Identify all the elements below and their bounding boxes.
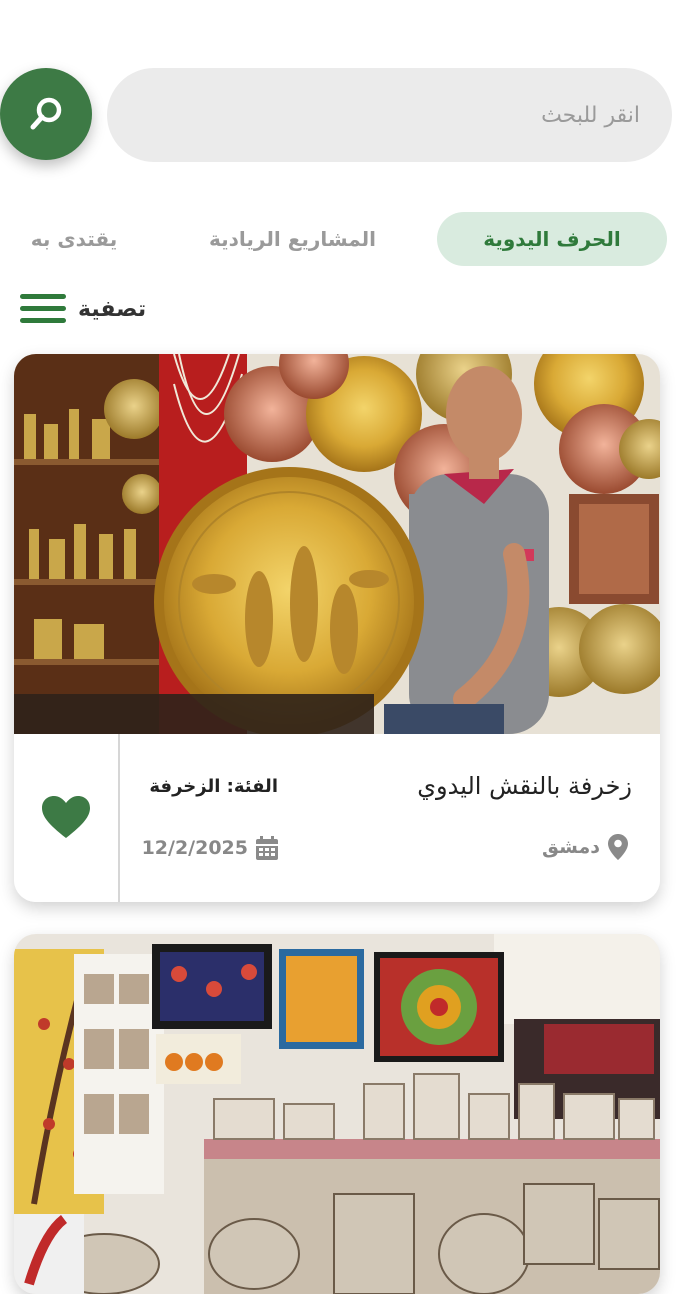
craft-card[interactable]: زخرفة بالنقش اليدوي الفئة: الزخرفة دمشق … [14,354,660,902]
tab-role-models[interactable]: يقتدى به [18,212,130,266]
card-location: دمشق [542,834,628,860]
card-image [14,934,660,1294]
date-text: 12/2/2025 [141,837,248,859]
search-bar[interactable] [107,68,672,162]
search-button[interactable] [0,68,92,160]
card-title: زخرفة بالنقش اليدوي [417,772,632,800]
heart-icon[interactable] [42,796,90,840]
tab-handicrafts[interactable]: الحرف اليدوية [437,212,667,266]
filter-button[interactable]: تصفية [20,288,146,330]
tab-entrepreneurial-projects[interactable]: المشاريع الريادية [190,212,395,266]
search-input[interactable] [107,101,642,129]
card-date: 12/2/2025 [142,836,278,860]
category-tabs: الحرف اليدوية المشاريع الريادية يقتدى به [0,212,682,266]
menu-icon [20,294,66,323]
card-image [14,354,660,734]
location-text: دمشق [542,836,600,858]
card-info: زخرفة بالنقش اليدوي الفئة: الزخرفة دمشق … [14,734,660,902]
filter-label: تصفية [78,296,147,322]
search-icon [30,97,62,130]
location-pin-icon [608,834,628,860]
calendar-icon [256,836,278,860]
card-category: الفئة: الزخرفة [149,776,278,797]
craft-card[interactable] [14,934,660,1294]
card-divider [118,734,120,902]
